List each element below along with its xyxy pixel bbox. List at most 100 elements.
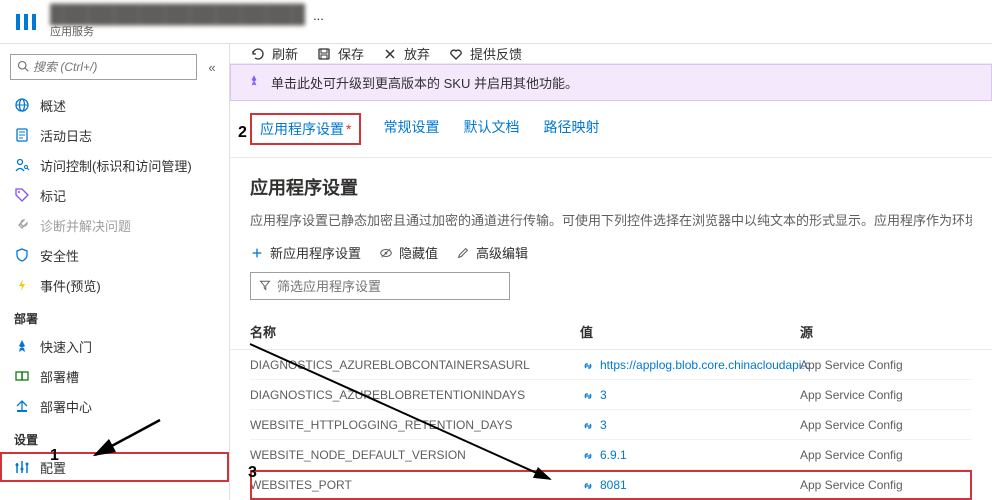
table-header: 名称 值 源 (230, 314, 992, 350)
link-icon (580, 418, 594, 432)
nav-settings: 配置 (0, 452, 229, 482)
tag-icon (14, 187, 30, 203)
table-body: DIAGNOSTICS_AZUREBLOBCONTAINERSASURLhttp… (230, 350, 992, 500)
nav-item-安全性[interactable]: 安全性 (0, 240, 229, 270)
col-name[interactable]: 名称 (250, 314, 580, 349)
nav-label: 标记 (40, 186, 66, 205)
nav-label: 安全性 (40, 246, 79, 265)
nav-label: 活动日志 (40, 126, 92, 145)
globe-icon (14, 97, 30, 113)
nav-main: 概述活动日志访问控制(标识和访问管理) 标记诊断并解决问题安全性事件(预览) (0, 90, 229, 300)
table-row[interactable]: DIAGNOSTICS_AZUREBLOBCONTAINERSASURLhttp… (250, 350, 972, 380)
toolbar-label: 保存 (338, 44, 364, 63)
nav-item-部署中心[interactable]: 部署中心 (0, 391, 229, 421)
cell-name: WEBSITE_NODE_DEFAULT_VERSION (250, 448, 580, 462)
nav-label: 部署槽 (40, 367, 79, 386)
section-description: 应用程序设置已静态加密且通过加密的通道进行传输。可使用下列控件选择在浏览器中以纯… (250, 210, 972, 229)
appsettings-actions: 新应用程序设置隐藏值 高级编辑 (250, 243, 972, 262)
plus-icon (250, 246, 264, 260)
tab-默认文档[interactable]: 默认文档 (461, 113, 521, 145)
toolbar-save[interactable]: 保存 (316, 44, 364, 63)
table-row[interactable]: DIAGNOSTICS_AZUREBLOBRETENTIONINDAYS 3 App… (250, 380, 972, 410)
tab-路径映射[interactable]: 路径映射 (541, 113, 601, 145)
logo-icon (12, 8, 40, 36)
cell-value[interactable]: 3 (580, 388, 800, 402)
table-row[interactable]: WEBSITE_HTTPLOGGING_RETENTION_DAYS3App S… (250, 410, 972, 440)
nav-label: 访问控制(标识和访问管理) (40, 156, 192, 175)
sidebar-search[interactable] (10, 54, 197, 80)
page-header: ████████████████████ ... 应用服务 (0, 0, 992, 44)
nav-item-活动日志[interactable]: 活动日志 (0, 120, 229, 150)
cell-value[interactable]: 6.9.1 (580, 448, 800, 462)
nav-label: 配置 (40, 458, 66, 477)
value-text: 3 (600, 388, 607, 402)
toolbar-label: 刷新 (272, 44, 298, 63)
toolbar-discard[interactable]: 放弃 (382, 44, 430, 63)
nav-label: 事件(预览) (40, 276, 101, 295)
nav-item-事件(预览)[interactable]: 事件(预览) (0, 270, 229, 300)
ellipsis[interactable]: ... (313, 8, 324, 23)
shield-icon (14, 247, 30, 263)
cell-name: DIAGNOSTICS_AZUREBLOBCONTAINERSASURL (250, 358, 580, 372)
link-icon (580, 388, 594, 402)
nav-item-快速入门[interactable]: 快速入门 (0, 331, 229, 361)
nav-item-访问控制(标识和访问管理)[interactable]: 访问控制(标识和访问管理) (0, 150, 229, 180)
value-text: 6.9.1 (600, 448, 627, 462)
tab-常规设置[interactable]: 常规设置 (381, 113, 441, 145)
cell-source: App Service Config (800, 388, 972, 402)
nav-item-诊断并解决问题[interactable]: 诊断并解决问题 (0, 210, 229, 240)
discard-icon (382, 46, 398, 62)
value-text: 3 (600, 418, 607, 432)
upgrade-banner[interactable]: 单击此处可升级到更高版本的 SKU 并启用其他功能。 (230, 64, 992, 101)
toolbar-label: 提供反馈 (470, 44, 522, 63)
action-eye[interactable]: 隐藏值 (379, 243, 438, 262)
cell-name: DIAGNOSTICS_AZUREBLOBRETENTIONINDAYS (250, 388, 580, 402)
link-icon (580, 358, 594, 372)
table-row[interactable]: WEBSITE_NODE_DEFAULT_VERSION 6.9.1 App Ser… (250, 440, 972, 470)
cell-value[interactable]: 8081 (580, 478, 800, 492)
toolbar: 刷新 保存放弃 提供反馈 (230, 44, 992, 64)
tabs: 应用程序设置* 常规设置默认文档路径映射 (230, 101, 992, 158)
nav-item-标记[interactable]: 标记 (0, 180, 229, 210)
action-label: 高级编辑 (476, 243, 528, 262)
tab-应用程序设置[interactable]: 应用程序设置* (250, 113, 361, 145)
main: 刷新 保存放弃 提供反馈 单击此处可升级到更高版本的 SKU 并启用其他功能。 应用… (230, 44, 992, 500)
toolbar-refresh[interactable]: 刷新 (250, 44, 298, 63)
action-plus[interactable]: 新应用程序设置 (250, 243, 361, 262)
col-source[interactable]: 源 (800, 314, 972, 349)
value-text: 8081 (600, 478, 627, 492)
collapse-icon[interactable]: « (205, 59, 219, 75)
rocket-icon (247, 74, 261, 91)
sidebar-search-input[interactable] (33, 60, 190, 74)
eye-icon (379, 246, 393, 260)
page-subtitle: 应用服务 (50, 23, 324, 39)
cell-value[interactable]: 3 (580, 418, 800, 432)
link-icon (580, 448, 594, 462)
heart-icon (448, 46, 464, 62)
page-title: ████████████████████ (50, 4, 305, 25)
table-row[interactable]: WEBSITES_PORT8081App Service Config (250, 470, 972, 500)
nav-deploy: 快速入门部署槽部署中心 (0, 331, 229, 421)
cell-source: App Service Config (800, 448, 972, 462)
nav-item-配置[interactable]: 配置 (0, 452, 229, 482)
dirty-indicator: * (346, 121, 351, 137)
refresh-icon (250, 46, 266, 62)
toolbar-heart[interactable]: 提供反馈 (448, 44, 522, 63)
link-icon (580, 478, 594, 492)
col-value[interactable]: 值 (580, 314, 800, 349)
nav-item-概述[interactable]: 概述 (0, 90, 229, 120)
save-icon (316, 46, 332, 62)
value-text: https://applog.blob.core.chinacloudapi.c (600, 358, 811, 372)
cell-value[interactable]: https://applog.blob.core.chinacloudapi.c (580, 358, 800, 372)
filter-box[interactable] (250, 272, 510, 300)
filter-input[interactable] (277, 279, 501, 294)
nav-group-deploy: 部署 (0, 300, 229, 331)
nav-label: 快速入门 (40, 337, 92, 356)
nav-item-部署槽[interactable]: 部署槽 (0, 361, 229, 391)
sliders-icon (14, 459, 30, 475)
nav-group-settings: 设置 (0, 421, 52, 452)
action-pencil[interactable]: 高级编辑 (456, 243, 528, 262)
person-key-icon (14, 157, 30, 173)
sidebar: « 概述活动日志访问控制(标识和访问管理)标记诊断并解决问题安全性事件(预览) … (0, 44, 230, 500)
bolt-icon (14, 277, 30, 293)
